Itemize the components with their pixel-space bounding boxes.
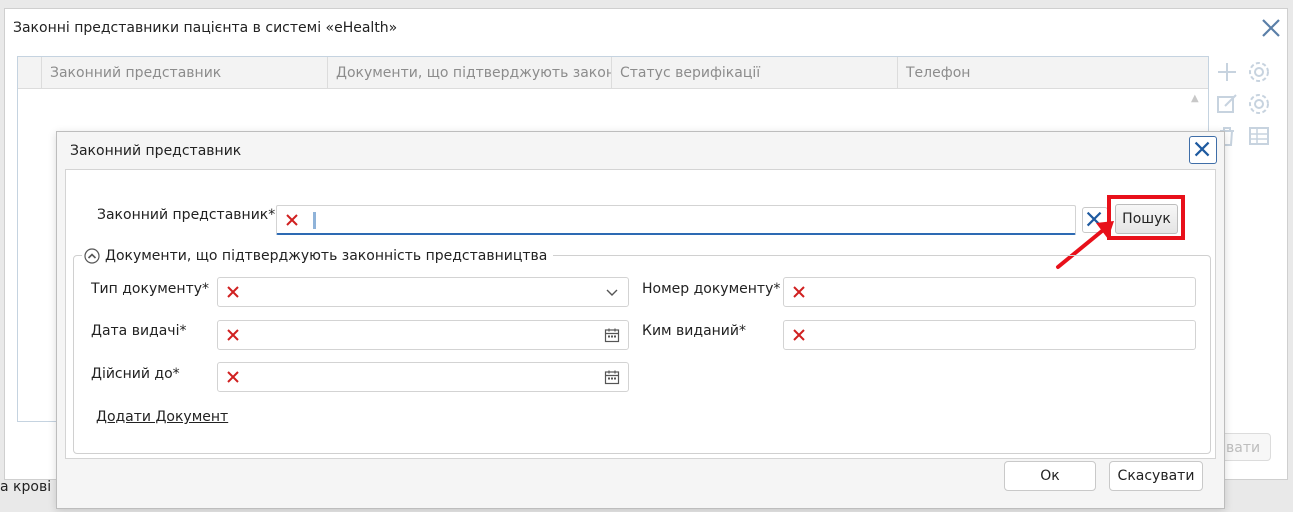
representative-input[interactable] xyxy=(276,205,1076,235)
outer-window-title: Законні представники пацієнта в системі … xyxy=(13,20,398,36)
valid-until-input[interactable] xyxy=(217,362,629,392)
required-x-icon xyxy=(226,285,240,299)
issued-by-label: Ким виданий* xyxy=(642,323,747,339)
doc-type-select[interactable] xyxy=(217,277,629,307)
dialog-close-icon[interactable] xyxy=(1189,136,1217,164)
issue-date-label: Дата видачі* xyxy=(91,323,187,339)
documents-section-title: Документи, що підтверджують законність п… xyxy=(105,248,548,264)
issue-date-input[interactable] xyxy=(217,320,629,350)
table-header: Законний представник Документи, що підтв… xyxy=(18,57,1208,89)
ok-button[interactable]: Ок xyxy=(1004,461,1096,491)
required-x-icon xyxy=(226,328,240,342)
edit-icon[interactable] xyxy=(1214,91,1240,117)
text-caret xyxy=(313,212,316,229)
documents-section-header[interactable]: Документи, що підтверджують законність п… xyxy=(82,246,554,266)
cancel-button[interactable]: Скасувати xyxy=(1109,461,1203,491)
valid-until-label: Дійсний до* xyxy=(91,366,180,382)
row-selector-header xyxy=(18,57,42,88)
settings-icon[interactable] xyxy=(1246,59,1272,85)
dialog-title: Законний представник xyxy=(70,143,242,159)
background-text: а крові xyxy=(0,479,52,495)
column-header-documents[interactable]: Документи, що підтверджують законні xyxy=(328,57,612,88)
calendar-icon[interactable] xyxy=(604,327,620,343)
column-header-verification-status[interactable]: Статус верифікації xyxy=(612,57,898,88)
settings-icon[interactable] xyxy=(1246,91,1272,117)
representative-label: Законний представник* xyxy=(97,207,276,223)
outer-close-icon[interactable] xyxy=(1258,15,1284,41)
required-x-icon xyxy=(792,285,806,299)
scroll-up-icon[interactable]: ▲ xyxy=(1191,93,1199,104)
add-document-link[interactable]: Додати Документ xyxy=(96,409,228,425)
calendar-icon[interactable] xyxy=(604,369,620,385)
add-icon[interactable] xyxy=(1214,59,1240,85)
excel-export-icon[interactable] xyxy=(1246,123,1272,149)
collapse-chevron-up-icon[interactable] xyxy=(84,248,100,264)
required-x-icon xyxy=(226,370,240,384)
doc-type-label: Тип документу* xyxy=(91,281,210,297)
doc-number-label: Номер документу* xyxy=(642,281,781,297)
required-x-icon xyxy=(792,328,806,342)
chevron-down-icon[interactable] xyxy=(604,284,620,300)
column-header-phone[interactable]: Телефон xyxy=(898,57,1182,88)
required-x-icon xyxy=(285,213,299,227)
issued-by-input[interactable] xyxy=(783,320,1196,350)
column-header-representative[interactable]: Законний представник xyxy=(42,57,328,88)
doc-number-input[interactable] xyxy=(783,277,1196,307)
